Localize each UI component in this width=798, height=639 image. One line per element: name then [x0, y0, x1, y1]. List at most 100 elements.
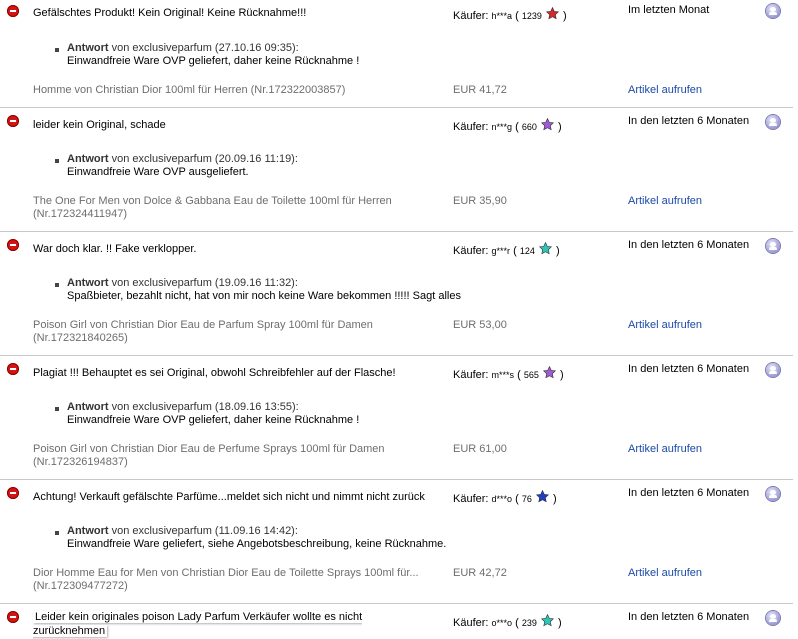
feedback-period: In den letzten 6 Monaten	[628, 239, 750, 251]
reply-bullet	[55, 159, 59, 163]
buyer-score-open: (	[517, 369, 521, 381]
buyer-score: 565	[523, 370, 539, 380]
view-item-link[interactable]: Artikel aufrufen	[628, 567, 702, 580]
reply-author: von exclusiveparfum (18.09.16 13:55):	[111, 401, 299, 413]
feedback-comment: War doch klar. !! Fake verklopper.	[33, 243, 197, 255]
feedback-comment: Plagiat !!! Behauptet es sei Original, o…	[33, 367, 396, 379]
buyer-label: Käufer:	[453, 245, 489, 257]
feedback-comment: Gefälschtes Produkt! Kein Original! Kein…	[33, 7, 307, 19]
item-title: Poison Girl von Christian Dior Eau de Pe…	[33, 443, 385, 468]
buyer-name[interactable]: g***r	[492, 246, 511, 256]
seller-reply: Antwort von exclusiveparfum (11.09.16 14…	[67, 525, 587, 551]
member-icon[interactable]	[766, 4, 780, 18]
reply-label: Antwort	[67, 42, 109, 54]
buyer-score: 239	[521, 618, 537, 628]
feedback-period: In den letzten 6 Monaten	[628, 611, 750, 623]
view-item-link[interactable]: Artikel aufrufen	[628, 319, 702, 332]
member-icon[interactable]	[766, 363, 780, 377]
feedback-star-icon	[545, 6, 559, 20]
item-price: EUR 61,00	[453, 443, 507, 455]
feedback-entry: Leider kein originales poison Lady Parfu…	[0, 604, 798, 639]
buyer-score-open: (	[515, 10, 519, 22]
seller-reply: Antwort von exclusiveparfum (18.09.16 13…	[67, 401, 587, 427]
feedback-period: In den letzten 6 Monaten	[628, 487, 750, 499]
seller-reply: Antwort von exclusiveparfum (27.10.16 09…	[67, 42, 587, 68]
member-icon[interactable]	[766, 115, 780, 129]
item-price: EUR 42,72	[453, 567, 507, 579]
item-title: Dior Homme Eau for Men von Christian Dio…	[33, 567, 419, 592]
feedback-star-icon	[540, 117, 554, 131]
buyer-score: 660	[521, 122, 537, 132]
seller-reply: Antwort von exclusiveparfum (19.09.16 11…	[67, 277, 587, 303]
reply-label: Antwort	[67, 401, 109, 413]
reply-text: Einwandfreie Ware OVP ausgeliefert.	[67, 166, 249, 178]
buyer-label: Käufer:	[453, 493, 489, 505]
feedback-entry: Plagiat !!! Behauptet es sei Original, o…	[0, 356, 798, 480]
buyer-score-close: )	[556, 245, 560, 257]
feedback-entry: War doch klar. !! Fake verklopper. Käufe…	[0, 232, 798, 356]
member-icon[interactable]	[766, 487, 780, 501]
view-item-link[interactable]: Artikel aufrufen	[628, 84, 702, 97]
feedback-comment: Achtung! Verkauft gefälschte Parfüme...m…	[33, 491, 425, 503]
buyer-score-close: )	[560, 369, 564, 381]
negative-rating-icon	[7, 487, 19, 499]
view-item-link[interactable]: Artikel aufrufen	[628, 195, 702, 208]
buyer-name[interactable]: d***o	[492, 494, 513, 504]
buyer-score-close: )	[558, 121, 562, 133]
item-price: EUR 41,72	[453, 84, 507, 96]
buyer-score-open: (	[515, 493, 519, 505]
reply-text: Einwandfreie Ware OVP geliefert, daher k…	[67, 55, 360, 67]
feedback-star-icon	[542, 365, 556, 379]
feedback-star-icon	[535, 489, 549, 503]
negative-rating-icon	[7, 611, 19, 623]
item-price: EUR 35,90	[453, 195, 507, 207]
buyer-info: Käufer: o***o ( 239 )	[453, 613, 562, 630]
buyer-name[interactable]: h***a	[492, 11, 513, 21]
reply-text: Einwandfreie Ware OVP geliefert, daher k…	[67, 414, 360, 426]
reply-author: von exclusiveparfum (11.09.16 14:42):	[111, 525, 298, 537]
feedback-star-icon	[538, 241, 552, 255]
negative-rating-icon	[7, 363, 19, 375]
item-price: EUR 53,00	[453, 319, 507, 331]
item-title: Poison Girl von Christian Dior Eau de Pa…	[33, 319, 373, 344]
reply-bullet	[55, 407, 59, 411]
view-item-link[interactable]: Artikel aufrufen	[628, 443, 702, 456]
buyer-score-open: (	[513, 245, 517, 257]
feedback-period: Im letzten Monat	[628, 4, 710, 16]
buyer-info: Käufer: d***o ( 76 )	[453, 489, 557, 506]
reply-bullet	[55, 48, 59, 52]
buyer-label: Käufer:	[453, 369, 489, 381]
member-icon[interactable]	[766, 611, 780, 625]
reply-author: von exclusiveparfum (19.09.16 11:32):	[111, 277, 298, 289]
feedback-comment: Leider kein originales poison Lady Parfu…	[33, 610, 383, 638]
feedback-period: In den letzten 6 Monaten	[628, 363, 750, 375]
negative-rating-icon	[7, 5, 19, 17]
item-title: Homme von Christian Dior 100ml für Herre…	[33, 84, 346, 96]
feedback-comment: leider kein Original, schade	[33, 119, 166, 131]
seller-reply: Antwort von exclusiveparfum (20.09.16 11…	[67, 153, 587, 179]
buyer-score: 1239	[521, 11, 542, 21]
feedback-period: In den letzten 6 Monaten	[628, 115, 750, 127]
buyer-name[interactable]: o***o	[492, 618, 513, 628]
buyer-name[interactable]: m***s	[492, 370, 515, 380]
buyer-info: Käufer: m***s ( 565 )	[453, 365, 564, 382]
buyer-score: 124	[519, 246, 535, 256]
reply-label: Antwort	[67, 277, 109, 289]
buyer-info: Käufer: h***a ( 1239 )	[453, 6, 567, 23]
reply-label: Antwort	[67, 525, 109, 537]
reply-label: Antwort	[67, 153, 109, 165]
feedback-star-icon	[540, 613, 554, 627]
buyer-score-close: )	[558, 617, 562, 629]
buyer-score: 76	[521, 494, 532, 504]
reply-bullet	[55, 531, 59, 535]
member-icon[interactable]	[766, 239, 780, 253]
reply-bullet	[55, 283, 59, 287]
reply-author: von exclusiveparfum (20.09.16 11:19):	[111, 153, 298, 165]
item-title: The One For Men von Dolce & Gabbana Eau …	[33, 195, 392, 220]
buyer-name[interactable]: n***g	[492, 122, 513, 132]
feedback-comment-text: Leider kein originales poison Lady Parfu…	[33, 611, 363, 637]
buyer-label: Käufer:	[453, 10, 489, 22]
reply-author: von exclusiveparfum (27.10.16 09:35):	[111, 42, 299, 54]
buyer-score-open: (	[515, 121, 519, 133]
buyer-info: Käufer: g***r ( 124 )	[453, 241, 560, 258]
